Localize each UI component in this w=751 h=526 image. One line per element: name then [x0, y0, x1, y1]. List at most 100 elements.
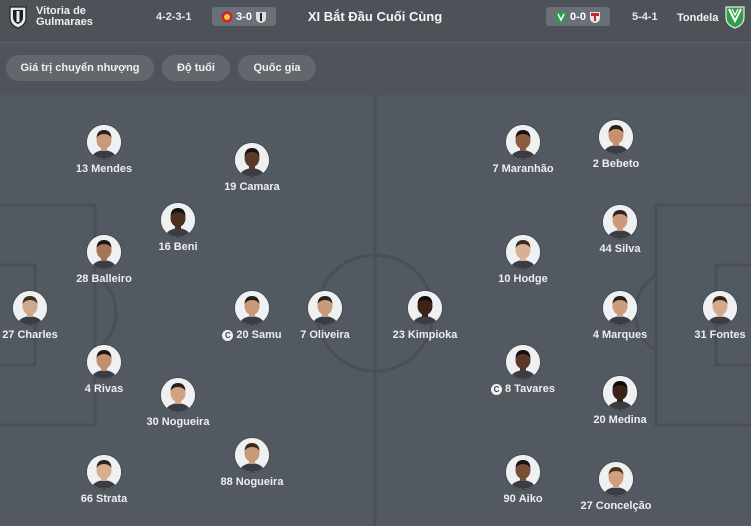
player-number: 44 [599, 243, 612, 255]
player-number: 4 [592, 329, 599, 341]
player-name: Tavares [514, 383, 555, 395]
player-avatar[interactable] [87, 235, 121, 269]
player-avatar[interactable] [235, 143, 269, 177]
player-avatar[interactable] [603, 205, 637, 239]
player-name: Nogueira [235, 476, 284, 488]
player-avatar[interactable] [703, 291, 737, 325]
lineup-header: Vitoria de Gulmaraes 4-2-3-1 3-0 XI Bắt … [0, 0, 751, 43]
away-player[interactable]: 20 Medina [560, 376, 680, 426]
player-name: Hodge [513, 273, 548, 285]
player-avatar[interactable] [603, 291, 637, 325]
home-team-name[interactable]: Vitoria de Gulmaraes [36, 6, 116, 28]
player-number: 19 [224, 181, 237, 193]
player-number: 66 [80, 493, 94, 505]
player-label: 27 Concelção [556, 500, 676, 512]
player-number: 20 [593, 414, 606, 426]
player-name: Bebeto [601, 158, 640, 170]
away-player[interactable]: 23 Kimpioka [365, 291, 485, 341]
pitch: 13 Mendes 19 Camara 16 Beni 28 Balleiro 27 Charle… [0, 95, 751, 526]
away-last-score: 0-0 [570, 10, 586, 23]
home-player[interactable]: 19 Camara [192, 143, 312, 193]
away-player[interactable]: 10 Hodge [463, 235, 583, 285]
player-avatar[interactable] [87, 125, 121, 159]
player-label: 28 Balleiro [44, 273, 164, 285]
player-number: 20 [236, 329, 249, 341]
home-last-score: 3-0 [236, 10, 252, 23]
player-name: Camara [239, 181, 280, 193]
captain-icon: C [222, 329, 234, 341]
player-name: Fontes [709, 329, 746, 341]
home-player[interactable]: 66 Strata [44, 455, 164, 505]
player-avatar[interactable] [506, 235, 540, 269]
player-name: Maranhão [501, 163, 554, 175]
player-name: Balleiro [91, 273, 132, 285]
player-avatar[interactable] [599, 462, 633, 496]
captain-icon: C [491, 383, 503, 395]
away-player[interactable]: 27 Concelção [556, 462, 676, 512]
player-avatar[interactable] [308, 291, 342, 325]
player-name: Mendes [91, 163, 133, 175]
player-avatar[interactable] [87, 455, 121, 489]
player-avatar[interactable] [235, 438, 269, 472]
player-number: 2 [592, 158, 599, 170]
player-name: Silva [614, 243, 641, 255]
player-name: Strata [96, 493, 128, 505]
player-label: 23 Kimpioka [365, 329, 485, 341]
player-avatar[interactable] [13, 291, 47, 325]
player-name: Beni [173, 241, 198, 253]
home-player[interactable]: 27 Charles [0, 291, 90, 341]
player-name: Marques [601, 329, 648, 341]
home-player[interactable]: 30 Nogueira [118, 378, 238, 428]
player-number: 10 [498, 273, 511, 285]
player-avatar[interactable] [506, 125, 540, 159]
player-avatar[interactable] [408, 291, 442, 325]
player-avatar[interactable] [506, 455, 540, 489]
player-avatar[interactable] [161, 378, 195, 412]
tondela-crest-icon[interactable] [724, 5, 746, 29]
player-number: 27 [580, 500, 593, 512]
away-formation: 5-4-1 [632, 11, 658, 23]
home-player[interactable]: 28 Balleiro [44, 235, 164, 285]
player-number: 31 [694, 329, 707, 341]
player-number: 90 [503, 493, 516, 505]
player-label: 31 Fontes [660, 329, 751, 341]
player-avatar[interactable] [506, 345, 540, 379]
home-formation: 4-2-3-1 [156, 11, 192, 23]
filter-age[interactable]: Độ tuổi [162, 55, 230, 81]
player-avatar[interactable] [235, 291, 269, 325]
opponent-mini-crest-icon [589, 11, 601, 23]
benfica-crest-icon [221, 11, 233, 23]
away-last-result[interactable]: 0-0 [546, 7, 610, 26]
vitoria-crest-icon[interactable] [8, 5, 30, 29]
away-team-name[interactable]: Tondela [677, 13, 718, 24]
filter-nationality[interactable]: Quốc gia [238, 55, 316, 81]
player-number: 30 [146, 416, 159, 428]
player-label: 88 Nogueira [192, 476, 312, 488]
away-player[interactable]: 31 Fontes [660, 291, 751, 341]
player-number: 7 [492, 163, 499, 175]
home-player[interactable]: 88 Nogueira [192, 438, 312, 488]
player-avatar[interactable] [161, 203, 195, 237]
player-number: 8 [505, 383, 512, 395]
player-label: 2 Bebeto [556, 158, 676, 170]
player-avatar[interactable] [603, 376, 637, 410]
player-name: Medina [608, 414, 647, 426]
player-number: 7 [300, 329, 307, 341]
vitoria-mini-crest-icon [255, 11, 267, 23]
player-name: Concelção [595, 500, 652, 512]
home-last-result[interactable]: 3-0 [212, 7, 276, 26]
player-avatar[interactable] [87, 345, 121, 379]
home-player[interactable]: 13 Mendes [44, 125, 164, 175]
player-avatar[interactable] [599, 120, 633, 154]
player-label: 13 Mendes [44, 163, 164, 175]
filter-market-value[interactable]: Giá trị chuyển nhượng [6, 55, 154, 81]
player-label: 30 Nogueira [118, 416, 238, 428]
away-player[interactable]: 2 Bebeto [556, 120, 676, 170]
player-name: Nogueira [161, 416, 210, 428]
filter-bar: Giá trị chuyển nhượng Độ tuổi Quốc gia [0, 43, 751, 95]
player-name: Aiko [518, 493, 543, 505]
player-label: 27 Charles [0, 329, 90, 341]
player-number: 13 [75, 163, 89, 175]
player-number: 4 [84, 383, 91, 395]
player-number: 88 [220, 476, 233, 488]
